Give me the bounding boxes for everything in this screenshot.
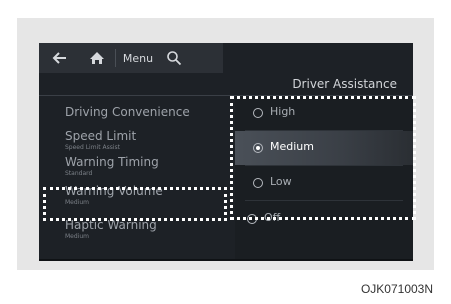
menu-item-sublabel: Standard <box>65 170 93 177</box>
search-button[interactable] <box>160 43 188 73</box>
menu-item-sublabel: Speed Limit Assist <box>65 144 120 151</box>
menu-item-warning-timing[interactable]: Warning Timing Standard <box>39 152 229 180</box>
search-icon <box>167 51 182 66</box>
warning-volume-highlight-box <box>43 187 227 221</box>
menu-item-driving-convenience[interactable]: Driving Convenience <box>39 96 229 126</box>
page-title: Driver Assistance <box>292 77 397 91</box>
options-highlight-box <box>230 96 416 220</box>
menu-item-label: Speed Limit <box>65 129 137 143</box>
home-icon <box>90 52 104 64</box>
home-button[interactable] <box>79 43 115 73</box>
figure-caption: OJK071003N <box>360 282 433 296</box>
menu-item-sublabel: Medium <box>65 233 89 240</box>
top-toolbar: Menu <box>39 43 223 73</box>
back-button[interactable] <box>39 43 79 73</box>
menu-item-label: Warning Timing <box>65 155 159 169</box>
menu-button[interactable]: Menu <box>116 43 160 73</box>
arrow-left-icon <box>52 52 66 64</box>
menu-item-label: Driving Convenience <box>65 105 190 119</box>
screen-bottom-edge <box>39 259 413 261</box>
